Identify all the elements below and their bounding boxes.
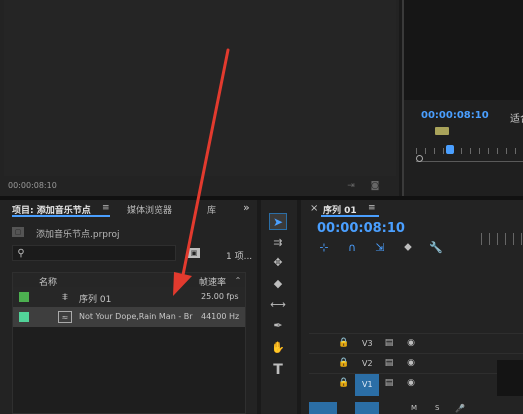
item-framerate: 25.00 fps: [201, 292, 239, 301]
audio-track-target[interactable]: [355, 402, 379, 414]
nest-toggle-icon[interactable]: ⊹: [317, 241, 331, 254]
track-label: V1: [362, 380, 373, 389]
sync-lock-icon[interactable]: ▤: [383, 377, 395, 389]
project-panel: 项目: 添加音乐节点 ≡ 媒体浏览器 库 » ▢ 添加音乐节点.prproj ⚲…: [0, 200, 257, 414]
sync-lock-icon[interactable]: ▤: [383, 357, 395, 369]
camera-icon[interactable]: ◙: [368, 180, 382, 192]
list-item-sequence[interactable]: ⩨ 序列 01 25.00 fps: [13, 287, 245, 307]
overflow-icon[interactable]: »: [243, 201, 250, 214]
project-tabs: 项目: 添加音乐节点 ≡ 媒体浏览器 库 »: [0, 200, 257, 218]
selection-tool-icon[interactable]: ➤: [269, 213, 287, 230]
timeline-timecode[interactable]: 00:00:08:10: [317, 221, 405, 236]
track-select-tool-icon[interactable]: ⇉: [269, 235, 287, 250]
audio-track-header: M S 🎤: [309, 400, 523, 414]
track-header-v1: 🔒 V1 ▤ ◉: [309, 373, 523, 396]
pen-tool-icon[interactable]: ✒: [269, 318, 287, 333]
source-monitor-video: [4, 0, 396, 176]
tools-panel: ➤ ⇉ ✥ ◆ ⟷ ✒ ✋ T: [261, 200, 297, 414]
mute-button[interactable]: M: [411, 404, 417, 412]
audio-clip-icon: ≈: [58, 311, 72, 323]
lock-icon[interactable]: 🔒: [338, 357, 349, 369]
new-bin-icon[interactable]: ▣: [188, 248, 200, 258]
export-frame-icon[interactable]: ⇥: [344, 180, 358, 192]
tab-project-menu[interactable]: ≡: [102, 203, 110, 213]
eye-icon[interactable]: ◉: [405, 377, 417, 389]
track-header-v2: 🔒 V2 ▤ ◉: [309, 353, 523, 373]
playhead[interactable]: [446, 145, 454, 154]
ripple-edit-tool-icon[interactable]: ✥: [269, 255, 287, 270]
ruler-ticks: [416, 148, 523, 154]
sync-lock-icon[interactable]: ▤: [383, 337, 395, 349]
razor-tool-icon[interactable]: ◆: [269, 276, 287, 291]
sort-up-icon[interactable]: ⌃: [233, 274, 243, 286]
source-timecode: 00:00:08:10: [8, 181, 57, 190]
source-patch-a1[interactable]: [309, 402, 337, 414]
track-header-v3: 🔒 V3 ▤ ◉: [309, 333, 523, 353]
source-monitor-panel: 00:00:08:10 ⇥ ◙: [0, 0, 399, 196]
linked-selection-icon[interactable]: ⇲: [373, 241, 387, 254]
solo-button[interactable]: S: [435, 404, 439, 412]
label-color-swatch: [19, 292, 29, 302]
sequence-icon: ⩨: [62, 291, 68, 303]
track-label: V2: [362, 359, 373, 368]
search-input[interactable]: ⚲: [12, 245, 176, 261]
snap-icon[interactable]: ∩: [345, 241, 359, 254]
timeline-ruler[interactable]: [481, 233, 523, 245]
list-header: 名称 帧速率 ⌃: [13, 273, 245, 288]
playhead-ruler[interactable]: [416, 145, 523, 162]
project-file-name: 添加音乐节点.prproj: [36, 230, 120, 240]
program-monitor-video: [404, 0, 523, 100]
marker-icon: [435, 127, 449, 135]
active-tab-underline: [12, 215, 110, 217]
project-list: 名称 帧速率 ⌃ ⩨ 序列 01 25.00 fps ≈ Not Your Do…: [12, 272, 246, 414]
microphone-icon[interactable]: 🎤: [455, 402, 465, 414]
program-timecode: 00:00:08:10: [421, 110, 489, 121]
item-name: Not Your Dope,Rain Man - Br: [79, 312, 193, 321]
track-area-dark: [497, 360, 523, 396]
lock-icon[interactable]: 🔒: [338, 377, 349, 389]
add-marker-icon[interactable]: ⬥: [401, 240, 415, 253]
timeline-tab-underline: [321, 215, 379, 217]
item-framerate: 44100 Hz: [201, 312, 240, 321]
tab-media-browser[interactable]: 媒体浏览器: [127, 203, 172, 216]
item-name: 序列 01: [79, 295, 112, 305]
eye-icon[interactable]: ◉: [405, 337, 417, 349]
slip-tool-icon[interactable]: ⟷: [269, 297, 287, 312]
timeline-panel: × 序列 01 ≡ 00:00:08:10 ⊹ ∩ ⇲ ⬥ 🔧 🔒 V3 ▤ ◉…: [301, 200, 523, 414]
fit-dropdown[interactable]: 适合: [510, 110, 523, 125]
label-color-swatch: [19, 312, 29, 322]
settings-wrench-icon[interactable]: 🔧: [429, 241, 443, 254]
item-count: 1 项...: [226, 252, 253, 262]
type-tool-icon[interactable]: T: [269, 361, 287, 378]
search-icon: ⚲: [17, 247, 25, 259]
tab-library[interactable]: 库: [207, 203, 216, 216]
project-file-icon: ▢: [12, 227, 24, 237]
track-label: V3: [362, 339, 373, 348]
timeline-close-icon[interactable]: ×: [310, 203, 318, 214]
progress-start-dot: [416, 155, 423, 162]
timeline-menu-icon[interactable]: ≡: [368, 203, 376, 213]
lock-icon[interactable]: 🔒: [338, 337, 349, 349]
list-item-audio[interactable]: ≈ Not Your Dope,Rain Man - Br 44100 Hz: [13, 307, 245, 327]
eye-icon[interactable]: ◉: [405, 357, 417, 369]
hand-tool-icon[interactable]: ✋: [269, 340, 287, 355]
program-monitor-panel: 00:00:08:10 适合: [402, 0, 523, 196]
